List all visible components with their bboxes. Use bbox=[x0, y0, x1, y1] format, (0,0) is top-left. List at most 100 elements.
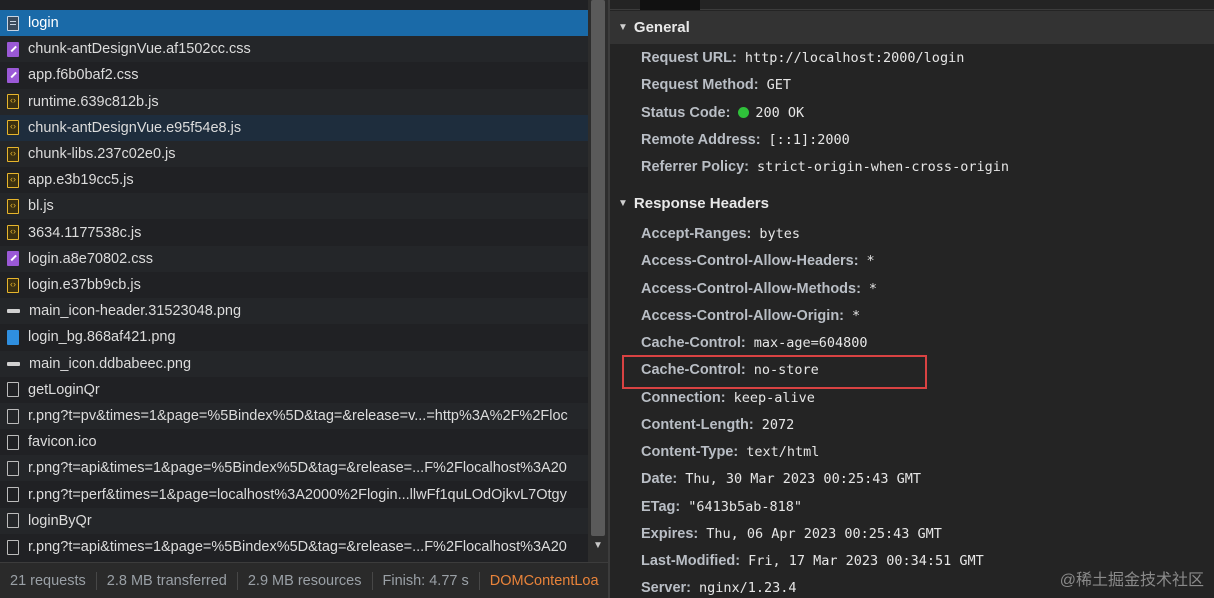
header-value: Thu, 30 Mar 2023 00:25:43 GMT bbox=[685, 471, 921, 488]
request-name: r.png?t=perf&times=1&page=localhost%3A20… bbox=[28, 486, 567, 503]
request-row[interactable]: app.f6b0baf2.css bbox=[0, 62, 588, 88]
request-row[interactable]: getLoginQr bbox=[0, 377, 588, 403]
response-headers-section-title: Response Headers bbox=[633, 195, 769, 212]
request-name: app.f6b0baf2.css bbox=[28, 67, 139, 84]
script-icon bbox=[7, 146, 19, 162]
header-row: Access-Control-Allow-Headers: * bbox=[641, 248, 875, 274]
header-value: * bbox=[868, 280, 878, 297]
header-name: ETag: bbox=[641, 498, 681, 515]
request-name: app.e3b19cc5.js bbox=[28, 172, 134, 189]
header-name: Access-Control-Allow-Origin: bbox=[641, 307, 845, 324]
header-row: Expires: Thu, 06 Apr 2023 00:25:43 GMT bbox=[641, 521, 942, 547]
request-row[interactable]: r.png?t=perf&times=1&page=localhost%3A20… bbox=[0, 482, 588, 508]
scroll-down-arrow-icon[interactable]: ▼ bbox=[592, 540, 604, 552]
xhr-icon bbox=[7, 382, 19, 398]
highlight-annotation-box bbox=[622, 355, 927, 389]
request-row[interactable]: app.e3b19cc5.js bbox=[0, 167, 588, 193]
request-row[interactable]: login.e37bb9cb.js bbox=[0, 272, 588, 298]
request-row[interactable]: chunk-antDesignVue.af1502cc.css bbox=[0, 36, 588, 63]
script-icon bbox=[7, 198, 19, 214]
request-name: chunk-antDesignVue.e95f54e8.js bbox=[28, 119, 242, 136]
request-name: loginByQr bbox=[28, 512, 92, 529]
request-row[interactable]: 3634.1177538c.js bbox=[0, 220, 588, 246]
header-row: Access-Control-Allow-Origin: * bbox=[641, 303, 860, 329]
header-name: Expires: bbox=[641, 525, 699, 542]
request-name: login_bg.868af421.png bbox=[28, 329, 176, 346]
header-name: Access-Control-Allow-Methods: bbox=[641, 280, 861, 297]
script-icon bbox=[7, 120, 19, 136]
dom-content-loaded: DOMContentLoa bbox=[489, 572, 599, 589]
xhr-icon bbox=[7, 539, 19, 555]
header-row: Content-Length: 2072 bbox=[641, 412, 794, 438]
resources-size: 2.9 MB resources bbox=[238, 571, 373, 590]
request-name: main_icon-header.31523048.png bbox=[29, 303, 242, 320]
header-row: Access-Control-Allow-Methods: * bbox=[641, 276, 877, 302]
collapse-triangle-icon: ▼ bbox=[618, 22, 628, 33]
request-name: favicon.ico bbox=[28, 434, 97, 451]
request-row[interactable]: favicon.ico bbox=[0, 429, 588, 455]
header-name: Date: bbox=[641, 471, 678, 488]
request-name: main_icon.ddbabeec.png bbox=[29, 355, 192, 372]
header-name: Server: bbox=[641, 580, 691, 597]
header-value: http://localhost:2000/login bbox=[744, 50, 965, 66]
request-row[interactable]: chunk-libs.237c02e0.js bbox=[0, 141, 588, 167]
request-row[interactable]: r.png?t=pv&times=1&page=%5Bindex%5D&tag=… bbox=[0, 403, 588, 429]
header-name: Accept-Ranges: bbox=[641, 226, 752, 242]
request-row[interactable]: bl.js bbox=[0, 193, 588, 220]
active-tab-indicator[interactable] bbox=[640, 0, 700, 10]
scrollbar-thumb[interactable] bbox=[591, 0, 605, 536]
request-row[interactable]: r.png?t=api&times=1&page=%5Bindex%5D&tag… bbox=[0, 455, 588, 482]
collapse-triangle-icon: ▼ bbox=[618, 198, 628, 209]
request-row[interactable]: login.a8e70802.css bbox=[0, 245, 588, 272]
header-name: Status Code: bbox=[641, 104, 731, 121]
xhr-icon bbox=[7, 460, 19, 476]
request-name: r.png?t=api&times=1&page=%5Bindex%5D&tag… bbox=[28, 539, 567, 555]
header-name: Request Method: bbox=[641, 77, 759, 94]
header-value: [::1]:2000 bbox=[768, 131, 850, 148]
script-icon bbox=[7, 172, 19, 188]
header-value: 2072 bbox=[761, 416, 795, 433]
header-row: Accept-Ranges: bytes bbox=[641, 221, 800, 247]
header-name: Access-Control-Allow-Headers: bbox=[641, 253, 859, 270]
request-name: 3634.1177538c.js bbox=[28, 224, 142, 241]
response-headers-section-header[interactable]: ▼ Response Headers bbox=[610, 187, 1214, 220]
headers-panel: ▼ General Request URL: http://localhost:2… bbox=[610, 0, 1214, 598]
xhr-icon bbox=[7, 408, 19, 424]
request-name: bl.js bbox=[28, 198, 54, 215]
header-name: Last-Modified: bbox=[641, 553, 741, 569]
script-icon bbox=[7, 94, 19, 110]
request-count: 21 requests bbox=[0, 571, 97, 590]
request-row[interactable]: chunk-antDesignVue.e95f54e8.js bbox=[0, 114, 588, 141]
header-value: nginx/1.23.4 bbox=[698, 580, 797, 597]
request-list-panel: login chunk-antDesignVue.af1502cc.css app.… bbox=[0, 0, 588, 562]
header-value: * bbox=[866, 253, 875, 270]
general-section-header[interactable]: ▼ General bbox=[610, 11, 1214, 44]
image-icon bbox=[7, 329, 19, 345]
request-row[interactable]: login_bg.868af421.png bbox=[0, 324, 588, 350]
request-name: login.e37bb9cb.js bbox=[28, 277, 141, 293]
request-row[interactable]: main_icon.ddbabeec.png bbox=[0, 350, 588, 377]
header-value: strict-origin-when-cross-origin bbox=[757, 159, 1009, 176]
request-row[interactable]: login bbox=[0, 10, 588, 36]
header-row: Request Method: GET bbox=[641, 72, 791, 98]
request-name: login bbox=[28, 15, 59, 31]
request-row[interactable]: r.png?t=api&times=1&page=%5Bindex%5D&tag… bbox=[0, 534, 588, 560]
request-name: r.png?t=pv&times=1&page=%5Bindex%5D&tag=… bbox=[28, 408, 568, 424]
header-name: Request URL: bbox=[641, 50, 737, 66]
script-icon bbox=[7, 277, 19, 293]
request-row[interactable]: main_icon-header.31523048.png bbox=[0, 298, 588, 325]
header-value: Fri, 17 Mar 2023 00:34:51 GMT bbox=[748, 553, 984, 569]
request-name: runtime.639c812b.js bbox=[28, 93, 159, 110]
image-icon bbox=[7, 309, 20, 314]
header-value: max-age=604800 bbox=[753, 335, 868, 351]
request-row[interactable]: loginByQr bbox=[0, 507, 588, 534]
header-row: Status Code: 200 OK bbox=[641, 100, 804, 126]
header-name: Connection: bbox=[641, 389, 726, 406]
header-value: GET bbox=[766, 77, 791, 94]
request-row[interactable]: runtime.639c812b.js bbox=[0, 88, 588, 115]
header-name: Content-Type: bbox=[641, 444, 739, 460]
header-row: Server: nginx/1.23.4 bbox=[641, 575, 797, 598]
request-name: chunk-antDesignVue.af1502cc.css bbox=[28, 41, 251, 58]
header-row: Referrer Policy: strict-origin-when-cross… bbox=[641, 154, 1009, 180]
header-value: 200 OK bbox=[755, 104, 805, 121]
